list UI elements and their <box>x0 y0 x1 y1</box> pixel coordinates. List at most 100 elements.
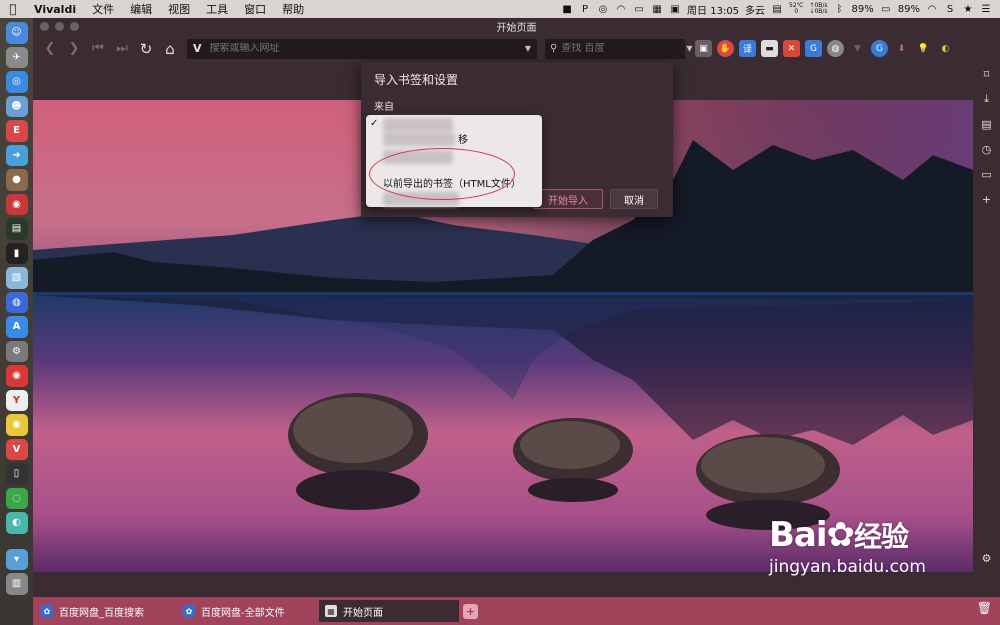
settings-gear-icon[interactable]: ⚙ <box>979 550 995 566</box>
ext-bulb-icon[interactable]: 💡 <box>915 40 932 57</box>
ext-translate-icon[interactable]: 译 <box>739 40 756 57</box>
start-import-button[interactable]: 开始导入 <box>533 189 603 209</box>
printer-icon[interactable]: ▤ <box>771 3 783 15</box>
notes-icon[interactable]: ▤ <box>979 116 995 132</box>
bookmark-icon[interactable]: ⌑ <box>979 66 995 82</box>
ext-shield-icon[interactable]: ✕ <box>783 40 800 57</box>
menu-file[interactable]: 文件 <box>84 1 122 17</box>
reload-button[interactable]: ↻ <box>135 38 157 60</box>
dock: ☺ ✈ ◎ ☻ E ➜ ● ◉ ▤ ▮ ▧ ◍ A ⚙ ◉ Y ◉ V ▯ ◌ … <box>0 18 33 625</box>
app-store-icon[interactable]: A <box>5 316 28 338</box>
clock-text[interactable]: 周日 13:05 <box>687 2 739 17</box>
ext-globe-icon[interactable]: ◍ <box>827 40 844 57</box>
temperature-readout[interactable]: 52℃ 0 <box>789 3 803 15</box>
system-preferences-icon[interactable]: ⚙ <box>5 340 28 362</box>
downloads-icon[interactable]: ⤓ <box>979 91 995 107</box>
headphone-icon[interactable]: ◠ <box>615 3 627 15</box>
wechat-icon[interactable]: ◎ <box>597 3 609 15</box>
menu-app-name[interactable]: Vivaldi <box>26 3 84 16</box>
battery-text-2[interactable]: 89% <box>898 4 920 15</box>
tab-baidu-pan[interactable]: ✿ 百度网盘-全部文件 <box>177 600 317 622</box>
paw-icon: ✿ <box>41 605 53 617</box>
list-icon[interactable]: ☰ <box>980 3 992 15</box>
vpn-icon[interactable]: ■ <box>561 3 573 15</box>
p-icon[interactable]: P <box>579 3 591 15</box>
downloads-folder-icon[interactable]: ▾ <box>5 548 28 570</box>
search-bar[interactable]: ⚲ ▼ <box>545 38 692 59</box>
activity-monitor-icon[interactable]: ▤ <box>5 218 28 240</box>
battery-text-1[interactable]: 89% <box>852 4 874 15</box>
apple-icon[interactable]:  <box>0 2 26 16</box>
blurred-option-1[interactable] <box>383 118 453 132</box>
safari-icon[interactable]: ◎ <box>5 71 28 93</box>
ext-reader-icon[interactable]: ▣ <box>695 40 712 57</box>
menubar-tray: ■ P ◎ ◠ ▭ ▦ ▣ 周日 13:05 多云 ▤ 52℃ 0 ↑0B/s … <box>561 2 1000 17</box>
menu-view[interactable]: 视图 <box>160 1 198 17</box>
address-dropdown-icon[interactable]: ▼ <box>525 44 531 53</box>
menu-tools[interactable]: 工具 <box>198 1 236 17</box>
cancel-button[interactable]: 取消 <box>610 189 658 209</box>
app-brown-icon[interactable]: ● <box>5 169 28 191</box>
home-button[interactable]: ⌂ <box>159 38 181 60</box>
forward-button[interactable]: ❯ <box>63 38 85 60</box>
menu-window[interactable]: 窗口 <box>236 1 274 17</box>
vivaldi-icon[interactable]: V <box>5 438 28 460</box>
search-dropdown-icon[interactable]: ▼ <box>686 44 692 53</box>
menu-help[interactable]: 帮助 <box>274 1 312 17</box>
fast-forward-button[interactable]: ⏭ <box>111 38 133 60</box>
window-icon[interactable]: ▣ <box>669 3 681 15</box>
wechat-dock-icon[interactable]: ◌ <box>5 487 28 509</box>
close-window-button[interactable] <box>40 22 49 31</box>
trash-icon[interactable]: 🗑 <box>977 601 992 615</box>
contacts-icon[interactable]: ☻ <box>5 95 28 117</box>
ext-g-icon[interactable]: G <box>871 40 888 57</box>
trash-dock-icon[interactable]: ▥ <box>5 573 28 595</box>
ext-adblock-icon[interactable]: ✋ <box>717 40 734 57</box>
launchpad-icon[interactable]: ✈ <box>5 46 28 68</box>
new-tab-button[interactable]: + <box>463 603 478 619</box>
app-red-circle-icon[interactable]: ◉ <box>5 193 28 215</box>
star-icon[interactable]: ★ <box>962 3 974 15</box>
migration-icon[interactable]: ➜ <box>5 144 28 166</box>
menu-edit[interactable]: 编辑 <box>122 1 160 17</box>
weather-text[interactable]: 多云 <box>745 2 765 17</box>
ext-moon-icon[interactable]: ◐ <box>937 40 954 57</box>
blurred-option-2[interactable] <box>383 132 455 146</box>
display-icon[interactable]: ▭ <box>633 3 645 15</box>
yandex-icon[interactable]: Y <box>5 389 28 411</box>
terminal-icon[interactable]: ▮ <box>5 242 28 264</box>
finder-icon[interactable]: ☺ <box>5 22 28 44</box>
address-input[interactable] <box>209 43 525 54</box>
app-s-icon[interactable]: S <box>944 3 956 15</box>
search-input[interactable] <box>561 43 687 54</box>
ext-download-icon[interactable]: ▼ <box>849 40 866 57</box>
import-source-dropdown[interactable]: ✓ 移 以前导出的书签（HTML文件） <box>366 115 542 207</box>
ext-google-translate-icon[interactable]: G <box>805 40 822 57</box>
wifi-icon[interactable]: ◠ <box>926 3 938 15</box>
ext-spy-icon[interactable]: ▬ <box>761 40 778 57</box>
zoom-window-button[interactable] <box>70 22 79 31</box>
terminal-dark-icon[interactable]: ▯ <box>5 463 28 485</box>
ext-arrow-icon[interactable]: ⬇ <box>893 40 910 57</box>
back-button[interactable]: ❮ <box>39 38 61 60</box>
history-icon[interactable]: ◷ <box>979 141 995 157</box>
add-panel-icon[interactable]: + <box>979 191 995 207</box>
minimize-window-button[interactable] <box>55 22 64 31</box>
address-bar[interactable]: V ▼ <box>187 38 537 59</box>
grid-icon[interactable]: ▦ <box>651 3 663 15</box>
tab-baidu-search[interactable]: ✿ 百度网盘_百度搜索 <box>35 600 175 622</box>
app-teal-icon[interactable]: ◐ <box>5 512 28 534</box>
netease-music-icon[interactable]: ◉ <box>5 365 28 387</box>
chrome-icon[interactable]: ◉ <box>5 414 28 436</box>
battery-icon[interactable]: ▭ <box>880 3 892 15</box>
bluetooth-icon[interactable]: ᛒ <box>834 3 846 15</box>
siri-icon[interactable]: ◍ <box>5 291 28 313</box>
preview-icon[interactable]: ▧ <box>5 267 28 289</box>
watermark-brand: Bai <box>769 515 828 555</box>
search-icon[interactable]: ⚲ <box>550 43 557 54</box>
rewind-button[interactable]: ⏮ <box>87 38 109 60</box>
network-readout[interactable]: ↑0B/s ↓0B/s <box>809 3 827 15</box>
app-red-icon[interactable]: E <box>5 120 28 142</box>
window-panel-icon[interactable]: ▭ <box>979 166 995 182</box>
tab-start-page[interactable]: ▦ 开始页面 <box>319 600 459 622</box>
